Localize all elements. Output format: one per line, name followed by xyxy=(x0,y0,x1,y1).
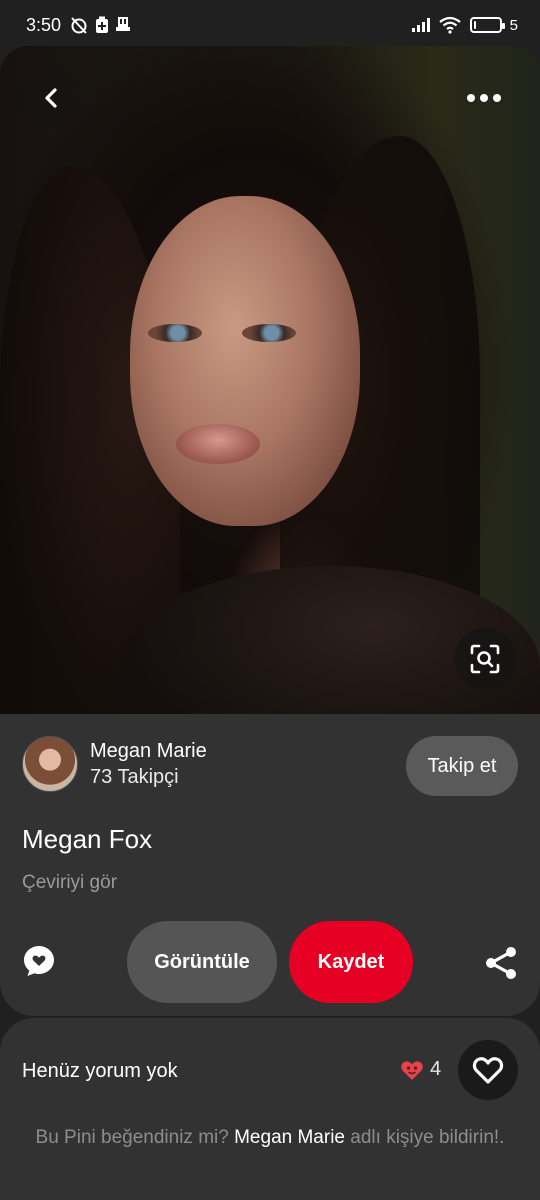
share-icon xyxy=(486,947,516,979)
comment-button[interactable] xyxy=(18,940,60,982)
status-left-icons xyxy=(69,16,131,34)
pin-info-card: Megan Marie 73 Takipçi Takip et Megan Fo… xyxy=(0,714,540,1016)
heart-eyes-icon xyxy=(401,1060,423,1080)
more-dots-icon xyxy=(467,94,501,102)
comment-bubble-icon xyxy=(24,946,54,976)
alarm-off-icon xyxy=(71,17,87,34)
wifi-icon xyxy=(438,16,461,34)
follow-button[interactable]: Takip et xyxy=(406,736,518,796)
battery-icon xyxy=(469,17,505,33)
share-button[interactable] xyxy=(478,940,524,986)
signal-icon xyxy=(411,18,430,32)
battery-fill xyxy=(473,21,476,29)
save-button[interactable]: Kaydet xyxy=(289,921,413,1003)
battery-percent: 5 xyxy=(509,16,518,34)
status-time: 3:50 xyxy=(26,14,62,35)
avatar[interactable] xyxy=(22,736,78,792)
like-button[interactable] xyxy=(458,1040,518,1100)
see-translation-link[interactable]: Çeviriyi gör xyxy=(22,872,117,894)
photo-face xyxy=(130,196,360,526)
reaction-summary[interactable]: 4 xyxy=(400,1058,441,1081)
battery-saver-icon xyxy=(96,16,109,33)
back-button[interactable] xyxy=(22,68,82,128)
photo-eye-left xyxy=(148,324,202,342)
view-button[interactable]: Görüntüle xyxy=(127,921,277,1003)
pin-title: Megan Fox xyxy=(22,824,153,854)
author-followers: 73 Takipçi xyxy=(90,766,179,788)
photo-eye-right xyxy=(242,324,296,342)
status-right-icons: 5 xyxy=(411,16,518,34)
more-options-button[interactable] xyxy=(454,68,514,128)
status-bar: 3:50 5 xyxy=(0,0,540,50)
sd-card-icon xyxy=(116,17,131,31)
prompt-text-before: Bu Pini beğendiniz mi? xyxy=(35,1127,229,1148)
photo-lips xyxy=(176,424,260,464)
like-prompt: Bu Pini beğendiniz mi? Megan Marie adlı … xyxy=(30,1124,510,1152)
prompt-text-after: adlı kişiye bildirin!. xyxy=(350,1127,505,1148)
reaction-count: 4 xyxy=(430,1058,442,1080)
prompt-author-link[interactable]: Megan Marie xyxy=(234,1127,345,1148)
back-arrow-icon xyxy=(45,88,57,108)
comments-card: Henüz yorum yok 4 Bu Pini beğendiniz mi?… xyxy=(0,1018,540,1200)
lens-search-icon xyxy=(470,644,500,674)
visual-search-button[interactable] xyxy=(454,628,516,690)
author-name[interactable]: Megan Marie xyxy=(90,740,207,763)
heart-outline-icon xyxy=(472,1057,504,1084)
no-comments-label: Henüz yorum yok xyxy=(22,1060,178,1082)
